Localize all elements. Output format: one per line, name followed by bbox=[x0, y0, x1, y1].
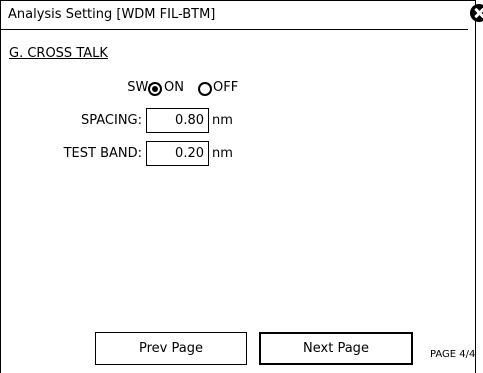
spacing-label: SPACING: bbox=[80, 113, 142, 128]
analysis-setting-window: Analysis Setting [WDM FIL-BTM] G. CROSS … bbox=[0, 0, 476, 373]
sw-on-radio[interactable] bbox=[148, 82, 162, 96]
test-band-label: TEST BAND: bbox=[63, 146, 142, 161]
prev-page-button[interactable]: Prev Page bbox=[95, 332, 247, 365]
test-band-input[interactable]: 0.20 bbox=[146, 141, 209, 166]
title-bar: Analysis Setting [WDM FIL-BTM] bbox=[1, 1, 468, 30]
sw-off-label[interactable]: OFF bbox=[213, 80, 238, 95]
spacing-unit: nm bbox=[212, 113, 233, 128]
sw-off-radio[interactable] bbox=[198, 82, 212, 96]
test-band-unit: nm bbox=[212, 146, 233, 161]
section-title: G. CROSS TALK bbox=[9, 46, 108, 61]
sw-on-label[interactable]: ON bbox=[164, 80, 184, 95]
page-indicator: PAGE 4/4 bbox=[430, 349, 476, 360]
next-page-button[interactable]: Next Page bbox=[259, 332, 413, 365]
close-icon[interactable] bbox=[470, 4, 483, 22]
spacing-input[interactable]: 0.80 bbox=[146, 108, 209, 133]
window-title: Analysis Setting [WDM FIL-BTM] bbox=[8, 7, 216, 22]
sw-label: SW: bbox=[127, 80, 152, 95]
